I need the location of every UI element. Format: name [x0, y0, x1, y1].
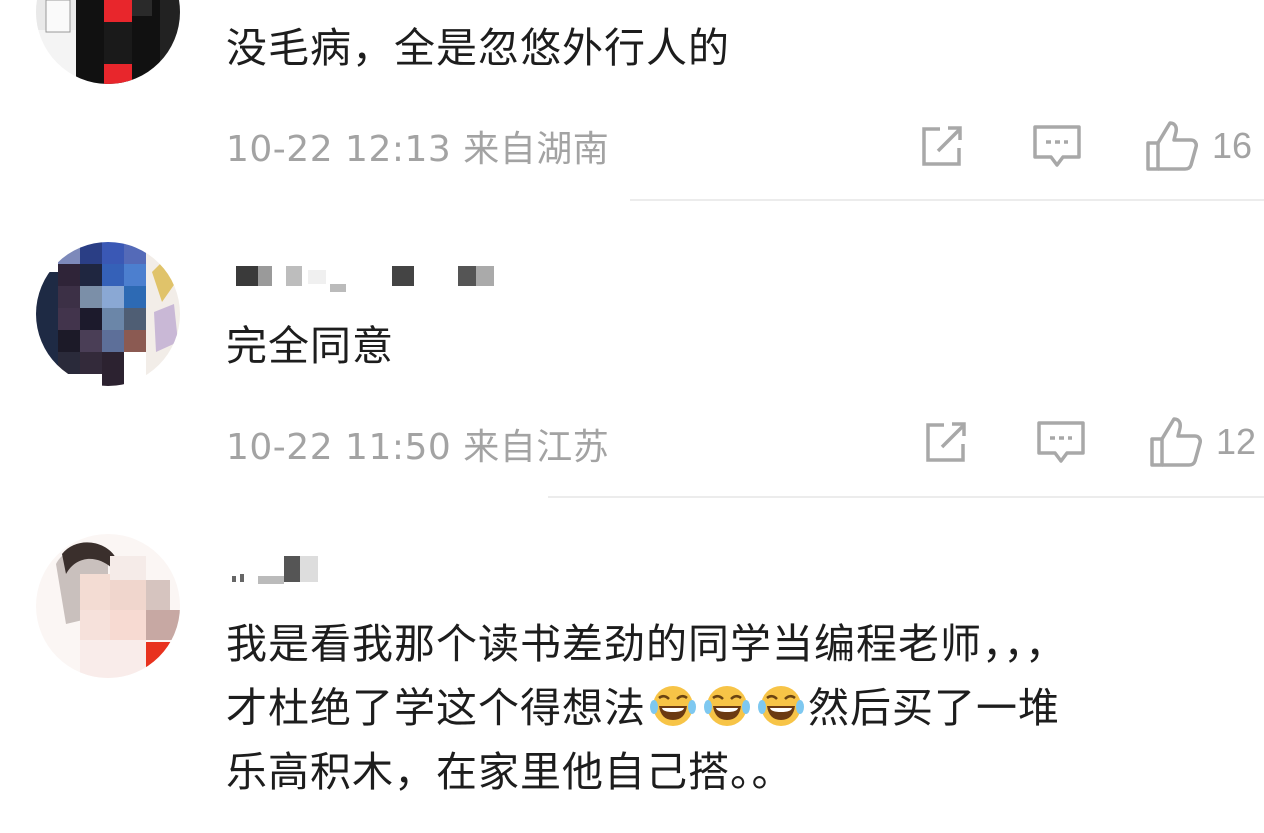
avatar[interactable]: [36, 242, 180, 386]
comment-meta: 10-22 11:50 来自江苏: [226, 418, 609, 470]
comment-actions: 12: [916, 414, 1264, 470]
comment-text-line-1: 我是看我那个读书差劲的同学当编程老师，，，: [226, 620, 1067, 668]
comment-button[interactable]: [1030, 118, 1084, 174]
like-button[interactable]: 16: [1144, 118, 1252, 174]
laughing-tears-emoji: [704, 686, 750, 726]
avatar[interactable]: [36, 0, 180, 84]
comment-3: 我是看我那个读书差劲的同学当编程老师，，， 才杜绝了学这个得想法 然后买了一堆 …: [0, 498, 1264, 833]
like-count: 12: [1216, 421, 1257, 462]
comment-date: 10-22 12:13: [226, 129, 452, 170]
comment-1: 没毛病，全是忽悠外行人的 10-22 12:13 来自湖南 16: [0, 0, 1264, 201]
comment-actions: 16: [916, 118, 1264, 174]
comment-location: 来自湖南: [463, 129, 610, 170]
comment-text-line-2: 才杜绝了学这个得想法 然后买了一堆: [226, 676, 1234, 740]
comment-icon: [1033, 125, 1081, 167]
username-mosaic: [236, 266, 494, 292]
comment-date: 10-22 11:50: [226, 427, 452, 468]
username[interactable]: [226, 554, 366, 584]
repost-button[interactable]: [920, 414, 972, 470]
username[interactable]: [226, 262, 526, 292]
thumbs-up-icon: [1146, 121, 1198, 171]
comment-text: 我是看我那个读书差劲的同学当编程老师，，， 才杜绝了学这个得想法 然后买了一堆 …: [226, 612, 1234, 804]
comment-button[interactable]: [1034, 414, 1088, 470]
like-button[interactable]: 12: [1148, 414, 1256, 470]
laughing-tears-emoji: [758, 686, 804, 726]
comment-text: 没毛病，全是忽悠外行人的: [226, 24, 730, 72]
repost-icon: [922, 126, 962, 166]
avatar-mosaic: [36, 242, 180, 386]
comment-2: 完全同意 10-22 11:50 来自江苏 12: [0, 200, 1264, 498]
comment-text-line-3: 乐高积木，在家里他自己搭。。: [226, 748, 794, 796]
comment-icon: [1037, 421, 1085, 463]
thumbs-up-icon: [1150, 417, 1202, 467]
comment-text: 完全同意: [226, 322, 394, 370]
repost-button[interactable]: [916, 118, 968, 174]
like-count: 16: [1212, 125, 1253, 166]
avatar-mosaic: [36, 534, 180, 678]
repost-icon: [926, 422, 966, 462]
comment-meta: 10-22 12:13 来自湖南: [226, 120, 609, 172]
laughing-tears-emoji: [650, 686, 696, 726]
avatar[interactable]: [36, 534, 180, 678]
username-mosaic: [232, 556, 318, 584]
comment-text-line-2a: 才杜绝了学这个得想法: [226, 684, 646, 732]
avatar-mosaic: [36, 0, 180, 84]
comment-text-line-2b: 然后买了一堆: [808, 684, 1060, 732]
comment-location: 来自江苏: [463, 427, 610, 468]
